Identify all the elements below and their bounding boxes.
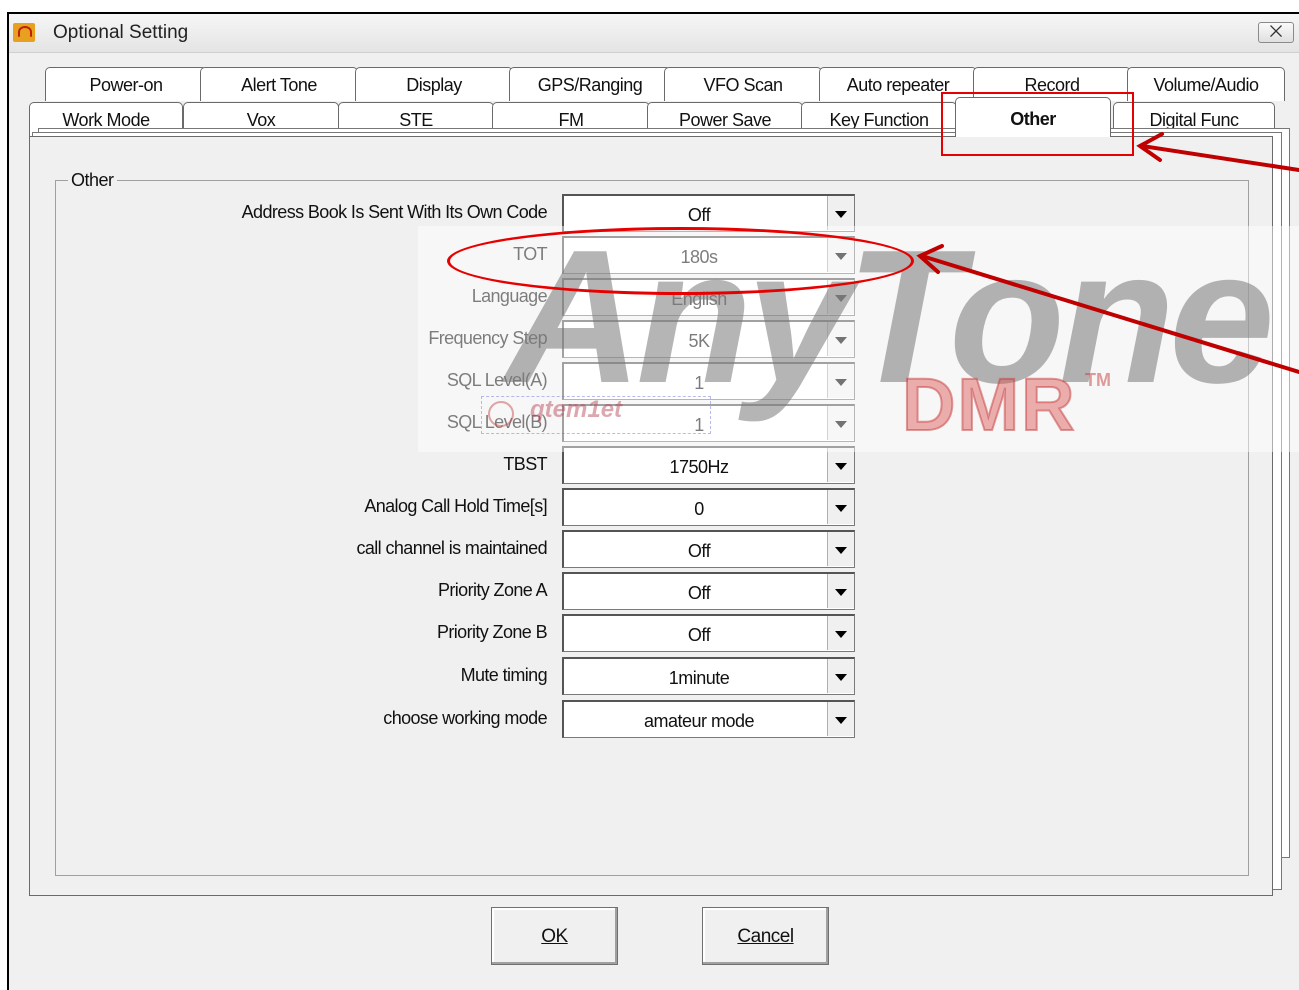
annotation-highlight-tot (447, 227, 914, 295)
select-value: 0 (694, 499, 704, 519)
select-analog-call-hold-time[interactable]: 0 (562, 488, 855, 526)
chevron-down-icon[interactable] (827, 490, 854, 524)
ok-button-label: OK (541, 926, 568, 947)
select-value: Off (687, 625, 711, 645)
chevron-down-icon[interactable] (827, 448, 854, 482)
select-call-channel-maintained[interactable]: Off (562, 530, 855, 568)
tab-alert-tone[interactable]: Alert Tone (200, 67, 358, 101)
watermark-dmr: DMR (901, 362, 1077, 447)
chevron-down-icon[interactable] (827, 574, 854, 608)
cancel-button[interactable]: Cancel (702, 907, 829, 965)
tab-vfo-scan[interactable]: VFO Scan (664, 67, 822, 101)
close-button[interactable]: ⨉ (1258, 22, 1294, 43)
group-box-label: Other (68, 170, 117, 191)
label-call-channel-maintained: call channel is maintained (356, 538, 547, 558)
globe-icon (488, 401, 514, 427)
window-title: Optional Setting (53, 22, 189, 43)
tab-gps-ranging[interactable]: GPS/Ranging (509, 67, 671, 101)
select-value: 1750Hz (669, 457, 729, 477)
select-value: Off (687, 541, 711, 561)
chevron-down-icon[interactable] (827, 659, 854, 693)
chevron-down-icon[interactable] (827, 532, 854, 566)
tab-display[interactable]: Display (355, 67, 513, 101)
select-priority-zone-b[interactable]: Off (562, 614, 855, 652)
select-value: 1minute (668, 668, 730, 688)
label-choose-working-mode: choose working mode (383, 708, 547, 728)
label-tbst: TBST (503, 454, 547, 474)
app-logo-icon (13, 23, 35, 42)
annotation-highlight-other-tab (941, 92, 1134, 156)
label-address-book-own-code: Address Book Is Sent With Its Own Code (241, 202, 548, 222)
label-analog-call-hold-time: Analog Call Hold Time[s] (364, 496, 547, 516)
label-mute-timing: Mute timing (460, 665, 548, 685)
chevron-down-icon[interactable] (827, 616, 854, 650)
select-value: amateur mode (643, 711, 755, 731)
select-mute-timing[interactable]: 1minute (562, 657, 855, 695)
tab-power-on[interactable]: Power-on (45, 67, 207, 101)
title-bar: Optional Setting ⨉ (9, 14, 1299, 53)
label-priority-zone-b: Priority Zone B (436, 622, 548, 642)
tab-volume-audio[interactable]: Volume/Audio (1127, 67, 1285, 101)
select-tbst[interactable]: 1750Hz (562, 446, 855, 484)
ok-button[interactable]: OK (491, 907, 618, 965)
watermark-small-text: qtem1et (530, 396, 623, 423)
chevron-down-icon[interactable] (827, 702, 854, 736)
select-priority-zone-a[interactable]: Off (562, 572, 855, 610)
select-choose-working-mode[interactable]: amateur mode (562, 700, 855, 738)
select-value: Off (687, 583, 711, 603)
watermark-trademark: TM (1085, 370, 1111, 390)
cancel-button-label: Cancel (737, 926, 794, 947)
label-priority-zone-a: Priority Zone A (437, 580, 548, 600)
